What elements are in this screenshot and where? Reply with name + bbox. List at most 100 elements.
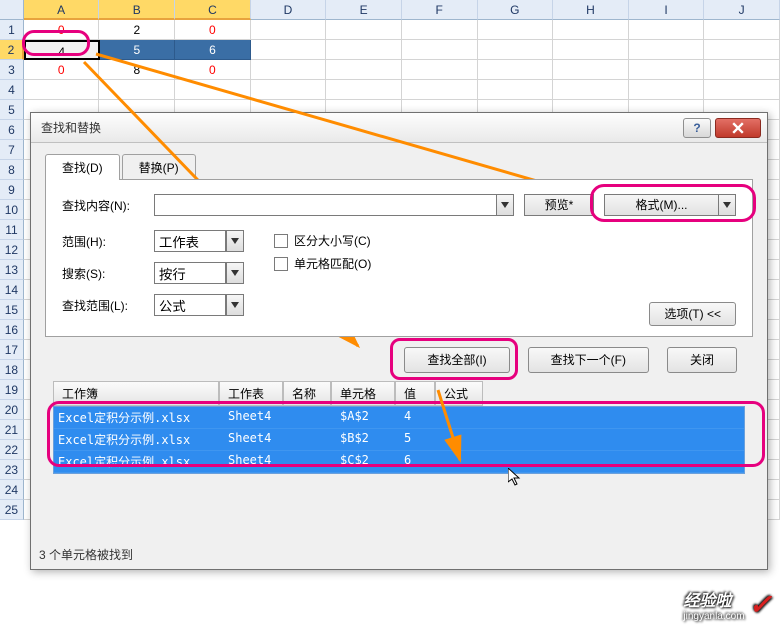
row-header-6[interactable]: 6 [0,120,24,140]
cell-e1[interactable] [326,20,402,40]
cell-h2[interactable] [553,40,629,60]
row-header-9[interactable]: 9 [0,180,24,200]
find-next-button[interactable]: 查找下一个(F) [528,347,649,373]
result-row[interactable]: Excel定积分示例.xlsxSheet4$C$26 [54,451,744,473]
cell-c4[interactable] [175,80,251,100]
tab-find[interactable]: 查找(D) [45,154,120,180]
col-header-f[interactable]: F [402,0,478,20]
cell-c2[interactable]: 6 [175,40,251,60]
help-button[interactable]: ? [683,118,711,138]
col-formula[interactable]: 公式 [435,381,483,406]
row-header-21[interactable]: 21 [0,420,24,440]
cell-e4[interactable] [326,80,402,100]
cell-i1[interactable] [629,20,705,40]
cell-h3[interactable] [553,60,629,80]
row-header-20[interactable]: 20 [0,400,24,420]
cell-j1[interactable] [704,20,780,40]
options-button[interactable]: 选项(T) << [649,302,736,326]
cell-f4[interactable] [402,80,478,100]
scope-select[interactable] [154,230,226,252]
cell-a1[interactable]: 0 [24,20,100,40]
select-all-corner[interactable] [0,0,24,20]
row-header-23[interactable]: 23 [0,460,24,480]
find-what-input[interactable] [154,194,496,216]
result-row[interactable]: Excel定积分示例.xlsxSheet4$A$24 [54,407,744,429]
col-header-c[interactable]: C [175,0,251,20]
cell-j2[interactable] [704,40,780,60]
cell-i2[interactable] [629,40,705,60]
cell-f3[interactable] [402,60,478,80]
col-header-j[interactable]: J [704,0,780,20]
cell-d2[interactable] [251,40,327,60]
result-row[interactable]: Excel定积分示例.xlsxSheet4$B$25 [54,429,744,451]
results-body[interactable]: Excel定积分示例.xlsxSheet4$A$24Excel定积分示例.xls… [53,406,745,474]
col-header-h[interactable]: H [553,0,629,20]
cell-e2[interactable] [326,40,402,60]
cell-i4[interactable] [629,80,705,100]
lookin-select[interactable] [154,294,226,316]
col-cell[interactable]: 单元格 [331,381,395,406]
cell-g2[interactable] [478,40,554,60]
row-header-4[interactable]: 4 [0,80,24,100]
tab-replace[interactable]: 替换(P) [122,154,196,180]
row-header-10[interactable]: 10 [0,200,24,220]
cell-b3[interactable]: 8 [99,60,175,80]
cell-g3[interactable] [478,60,554,80]
row-header-24[interactable]: 24 [0,480,24,500]
dialog-titlebar[interactable]: 查找和替换 ? [31,113,767,143]
row-header-11[interactable]: 11 [0,220,24,240]
scope-dropdown[interactable] [226,230,244,252]
cell-h4[interactable] [553,80,629,100]
cell-g4[interactable] [478,80,554,100]
col-header-g[interactable]: G [478,0,554,20]
cell-c3[interactable]: 0 [175,60,251,80]
row-header-14[interactable]: 14 [0,280,24,300]
col-header-b[interactable]: B [99,0,175,20]
col-header-d[interactable]: D [251,0,327,20]
row-header-5[interactable]: 5 [0,100,24,120]
match-case-checkbox[interactable] [274,234,288,248]
close-button[interactable]: 关闭 [667,347,737,373]
row-header-19[interactable]: 19 [0,380,24,400]
cell-d1[interactable] [251,20,327,40]
search-dropdown[interactable] [226,262,244,284]
cell-g1[interactable] [478,20,554,40]
cell-f1[interactable] [402,20,478,40]
col-sheet[interactable]: 工作表 [219,381,283,406]
col-value[interactable]: 值 [395,381,435,406]
cell-h1[interactable] [553,20,629,40]
row-header-7[interactable]: 7 [0,140,24,160]
row-header-22[interactable]: 22 [0,440,24,460]
preview-button[interactable]: 预览* [524,194,594,216]
cell-c1[interactable]: 0 [175,20,251,40]
row-header-8[interactable]: 8 [0,160,24,180]
col-book[interactable]: 工作簿 [53,381,219,406]
format-button[interactable]: 格式(M)... [604,194,718,216]
cell-d4[interactable] [251,80,327,100]
row-header-17[interactable]: 17 [0,340,24,360]
row-header-25[interactable]: 25 [0,500,24,520]
row-header-2[interactable]: 2 [0,40,24,60]
cell-b2[interactable]: 5 [100,40,176,60]
cell-b1[interactable]: 2 [99,20,175,40]
cell-d3[interactable] [251,60,327,80]
find-all-button[interactable]: 查找全部(I) [404,347,509,373]
cell-i3[interactable] [629,60,705,80]
find-what-dropdown[interactable] [496,194,514,216]
cell-j3[interactable] [704,60,780,80]
col-name[interactable]: 名称 [283,381,331,406]
cell-a4[interactable] [24,80,100,100]
col-header-i[interactable]: I [629,0,705,20]
row-header-15[interactable]: 15 [0,300,24,320]
cell-e3[interactable] [326,60,402,80]
lookin-dropdown[interactable] [226,294,244,316]
row-header-1[interactable]: 1 [0,20,24,40]
row-header-12[interactable]: 12 [0,240,24,260]
cell-b4[interactable] [99,80,175,100]
col-header-a[interactable]: A [24,0,100,20]
col-header-e[interactable]: E [326,0,402,20]
match-entire-checkbox[interactable] [274,257,288,271]
cell-f2[interactable] [402,40,478,60]
close-window-button[interactable] [715,118,761,138]
format-dropdown[interactable] [718,194,736,216]
